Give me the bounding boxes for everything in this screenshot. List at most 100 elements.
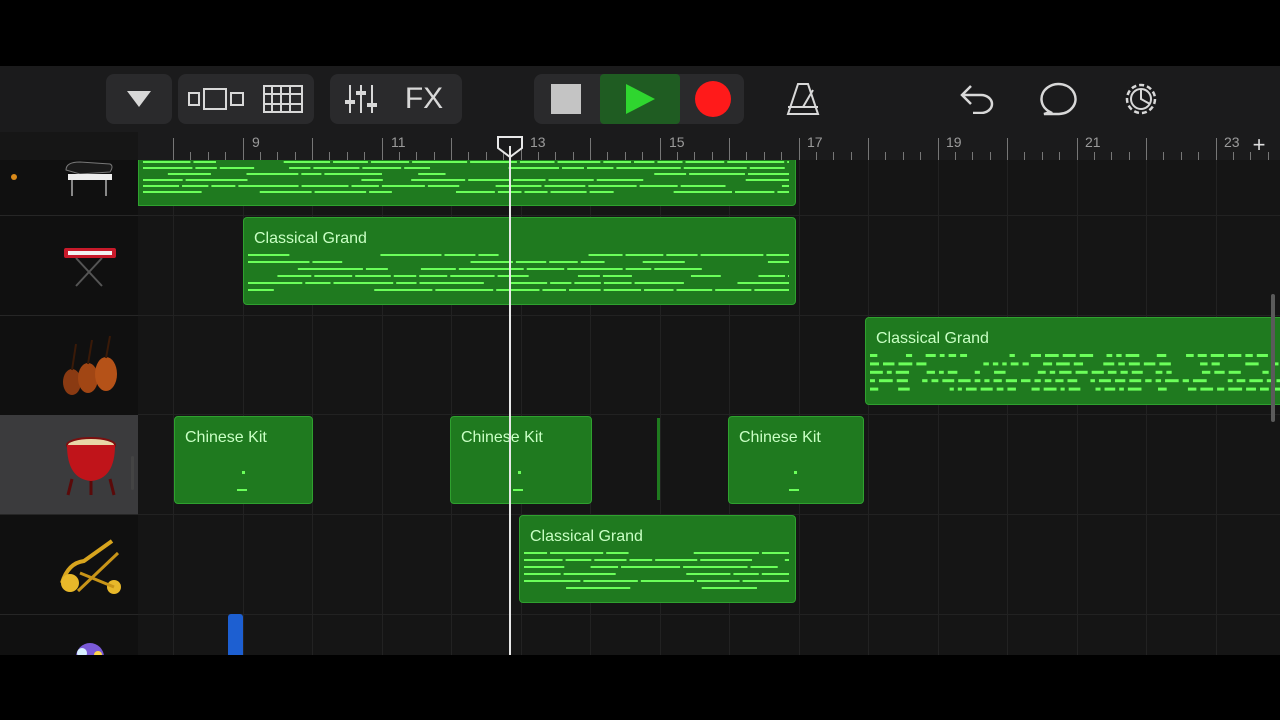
mixer-button[interactable] bbox=[336, 74, 386, 124]
midi-note bbox=[616, 167, 681, 169]
letterbox-top bbox=[0, 0, 1280, 66]
ruler-tick bbox=[815, 152, 817, 160]
region-audio-clip[interactable] bbox=[228, 614, 243, 655]
ruler-tick bbox=[920, 152, 922, 160]
mixer-sliders-icon bbox=[345, 85, 377, 113]
tracks-view-button[interactable] bbox=[256, 74, 310, 124]
chinese-drum-icon bbox=[66, 437, 116, 496]
midi-note bbox=[143, 185, 180, 187]
midi-note bbox=[1098, 379, 1111, 383]
midi-note bbox=[513, 179, 546, 181]
midi-note bbox=[895, 370, 910, 374]
region-chinese-kit[interactable]: Chinese Kit bbox=[450, 416, 592, 504]
playhead[interactable] bbox=[509, 146, 511, 655]
midi-note bbox=[1104, 387, 1116, 391]
region-piano[interactable] bbox=[138, 160, 796, 206]
region-chinese-kit[interactable]: Chinese Kit bbox=[728, 416, 864, 504]
midi-note bbox=[333, 282, 394, 284]
midi-note bbox=[524, 580, 581, 582]
midi-note bbox=[455, 191, 495, 193]
midi-note bbox=[690, 275, 721, 277]
midi-note bbox=[1227, 379, 1233, 383]
midi-note bbox=[211, 185, 236, 187]
midi-note bbox=[418, 173, 446, 175]
midi-note bbox=[588, 185, 637, 187]
midi-note bbox=[1217, 387, 1225, 391]
fx-button[interactable]: FX bbox=[398, 74, 450, 124]
bar-grid-line bbox=[1146, 160, 1147, 655]
track-header-fx[interactable] bbox=[0, 615, 138, 655]
ruler-tick bbox=[381, 138, 383, 160]
region-classical-grand[interactable]: Classical Grand bbox=[243, 217, 796, 305]
midi-note bbox=[1075, 370, 1088, 374]
midi-note bbox=[1245, 362, 1259, 366]
midi-note bbox=[1095, 387, 1101, 391]
vertical-scrollbar[interactable] bbox=[1271, 294, 1275, 422]
letterbox-bottom bbox=[0, 655, 1280, 720]
stop-button[interactable] bbox=[538, 74, 594, 124]
ruler-tick bbox=[1215, 138, 1217, 160]
midi-note bbox=[1228, 370, 1241, 374]
ruler-tick bbox=[398, 152, 400, 160]
track-header-brass[interactable] bbox=[0, 515, 138, 615]
midi-note bbox=[898, 387, 910, 391]
midi-note bbox=[992, 362, 999, 366]
track-header-chinese-drum[interactable] bbox=[0, 415, 138, 515]
bar-grid-line bbox=[868, 160, 869, 655]
midi-note bbox=[381, 185, 425, 187]
midi-note bbox=[777, 191, 789, 193]
midi-note bbox=[574, 282, 601, 284]
timeline-ruler[interactable]: 9 11 13 15 17 19 21 23 bbox=[138, 132, 1280, 161]
playhead-handle-icon[interactable] bbox=[497, 136, 523, 158]
ruler-tick bbox=[729, 138, 730, 160]
tracks-area[interactable]: Classical Grand Classical Grand Chinese … bbox=[138, 160, 1280, 655]
midi-note bbox=[896, 379, 908, 383]
midi-note bbox=[974, 379, 981, 383]
region-classical-grand[interactable]: Classical Grand bbox=[519, 515, 796, 603]
settings-button[interactable] bbox=[1118, 74, 1164, 124]
midi-note bbox=[606, 552, 629, 554]
control-bar: FX bbox=[0, 66, 1280, 132]
midi-note bbox=[374, 289, 433, 291]
region-notes bbox=[513, 471, 523, 491]
loop-browser-button[interactable] bbox=[1036, 74, 1082, 124]
midi-note bbox=[313, 167, 360, 169]
midi-note bbox=[526, 268, 565, 270]
region-chinese-kit[interactable]: Chinese Kit bbox=[174, 416, 313, 504]
midi-note bbox=[1228, 387, 1243, 391]
midi-note bbox=[958, 379, 971, 383]
midi-note bbox=[1249, 379, 1263, 383]
midi-note bbox=[1067, 379, 1078, 383]
play-button[interactable] bbox=[600, 74, 680, 124]
midi-note bbox=[370, 161, 410, 163]
ruler-tick bbox=[746, 152, 748, 160]
ruler-tick bbox=[590, 138, 591, 160]
loop-icon bbox=[1040, 82, 1077, 116]
midi-note bbox=[1034, 379, 1041, 383]
add-section-button[interactable]: + bbox=[1248, 132, 1270, 158]
ruler-tick bbox=[850, 152, 852, 160]
midi-note bbox=[577, 275, 600, 277]
track-header-keyboard[interactable] bbox=[0, 216, 138, 316]
browser-button[interactable] bbox=[186, 74, 248, 124]
region-fragment bbox=[657, 418, 660, 500]
midi-note bbox=[569, 289, 601, 291]
lane-separator bbox=[138, 315, 1280, 316]
region-classical-grand[interactable]: Classical Grand bbox=[865, 317, 1280, 405]
metronome-button[interactable] bbox=[780, 74, 826, 124]
midi-note bbox=[478, 254, 499, 256]
midi-note bbox=[238, 185, 299, 187]
track-header-strings[interactable] bbox=[0, 316, 138, 416]
midi-note bbox=[1114, 379, 1126, 383]
ruler-tick bbox=[607, 152, 609, 160]
bar-grid-line bbox=[1007, 160, 1008, 655]
record-button[interactable] bbox=[686, 74, 740, 124]
undo-button[interactable] bbox=[954, 74, 1000, 124]
track-header-piano[interactable] bbox=[0, 116, 138, 216]
midi-note bbox=[1256, 354, 1268, 357]
midi-note bbox=[1043, 387, 1057, 391]
midi-note bbox=[625, 268, 652, 270]
midi-note bbox=[182, 185, 209, 187]
ruler-tick bbox=[711, 152, 713, 160]
midi-note bbox=[984, 379, 990, 383]
